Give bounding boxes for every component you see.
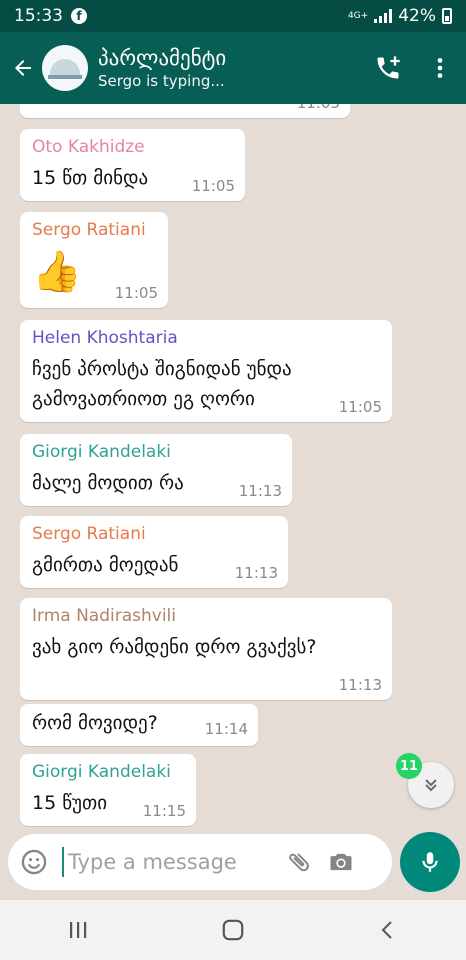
emoji-icon: [21, 849, 47, 875]
emoji-button[interactable]: [8, 834, 60, 890]
group-avatar[interactable]: [42, 45, 88, 91]
add-call-icon: [377, 56, 400, 79]
message-time: 11:13: [234, 564, 278, 582]
battery-icon: [442, 8, 452, 24]
message-text: ვახ გიო რამდენი დრო გვაქვს?: [32, 636, 317, 658]
text-cursor: [62, 847, 64, 877]
camera-button[interactable]: [320, 834, 362, 890]
signal-icon: [374, 9, 393, 23]
add-call-button[interactable]: [362, 32, 414, 104]
home-icon: [222, 919, 244, 941]
mic-icon: [422, 852, 438, 872]
chat-header: პარლამენტი Sergo is typing...: [0, 32, 466, 104]
chat-title-area[interactable]: პარლამენტი Sergo is typing...: [98, 45, 226, 91]
message-bubble[interactable]: Sergo Ratiani გმირთა მოედან 11:13: [20, 516, 288, 588]
message-text: ჩვენ პროსტა შიგნიდან უნდა გამოვათრიოთ ეგ…: [32, 358, 292, 410]
message-input[interactable]: [68, 850, 278, 874]
message-bubble[interactable]: Oto Kakhidze 15 წთ მინდა 11:05: [20, 129, 245, 201]
sender-name: Giorgi Kandelaki: [32, 442, 171, 462]
typing-indicator: Sergo is typing...: [98, 72, 225, 90]
sender-name: Irma Nadirashvili: [32, 606, 177, 626]
status-bar: 15:33 f 4G+ 42%: [0, 0, 466, 32]
more-vert-icon: [437, 58, 443, 78]
message-time: 11:13: [238, 482, 282, 500]
status-time: 15:33: [14, 6, 63, 26]
attach-button[interactable]: [278, 834, 320, 890]
chat-title: პარლამენტი: [98, 46, 227, 70]
message-bubble[interactable]: Giorgi Kandelaki მალე მოდით რა 11:13: [20, 434, 292, 506]
message-bubble[interactable]: რომ მოვიდე? 11:14: [20, 704, 258, 746]
recents-button[interactable]: [48, 900, 108, 960]
back-icon: [381, 921, 393, 939]
message-time: 11:05: [338, 398, 382, 416]
system-nav-bar: [0, 900, 466, 960]
message-bubble[interactable]: 11:05: [20, 104, 350, 118]
sender-name: Sergo Ratiani: [32, 524, 146, 544]
home-button[interactable]: [203, 900, 263, 960]
recents-icon: [69, 922, 86, 938]
battery-level: 42%: [398, 6, 436, 26]
sender-name: Giorgi Kandelaki: [32, 762, 171, 782]
sender-name: Helen Khoshtaria: [32, 328, 178, 348]
facebook-notification-icon: f: [71, 8, 87, 24]
message-bubble[interactable]: Helen Khoshtaria ჩვენ პროსტა შიგნიდან უნ…: [20, 320, 392, 422]
voice-record-button[interactable]: [400, 832, 460, 892]
attach-icon: [289, 853, 309, 872]
back-arrow-icon: [15, 60, 31, 76]
message-list[interactable]: 11:05 Oto Kakhidze 15 წთ მინდა 11:05 Ser…: [0, 104, 466, 835]
back-button[interactable]: [4, 32, 42, 104]
message-time: 11:05: [114, 284, 158, 302]
unread-count-badge: 11: [396, 753, 422, 779]
message-time: 11:13: [338, 676, 382, 694]
message-time: 11:05: [297, 104, 340, 112]
nav-back-button[interactable]: [358, 900, 418, 960]
more-options-button[interactable]: [414, 32, 466, 104]
sender-name: Oto Kakhidze: [32, 137, 145, 157]
composer-bar: [8, 834, 392, 890]
network-type: 4G+: [347, 10, 369, 21]
message-bubble[interactable]: Giorgi Kandelaki 15 წუთი 11:15: [20, 754, 196, 826]
message-time: 11:15: [142, 802, 186, 820]
message-bubble[interactable]: Irma Nadirashvili ვახ გიო რამდენი დრო გვ…: [20, 598, 392, 700]
message-time: 11:14: [204, 720, 248, 738]
sender-name: Sergo Ratiani: [32, 220, 146, 240]
message-time: 11:05: [191, 177, 235, 195]
camera-icon: [330, 853, 352, 871]
chevron-double-down-icon: [425, 779, 437, 792]
message-bubble[interactable]: Sergo Ratiani 👍 11:05: [20, 212, 168, 308]
